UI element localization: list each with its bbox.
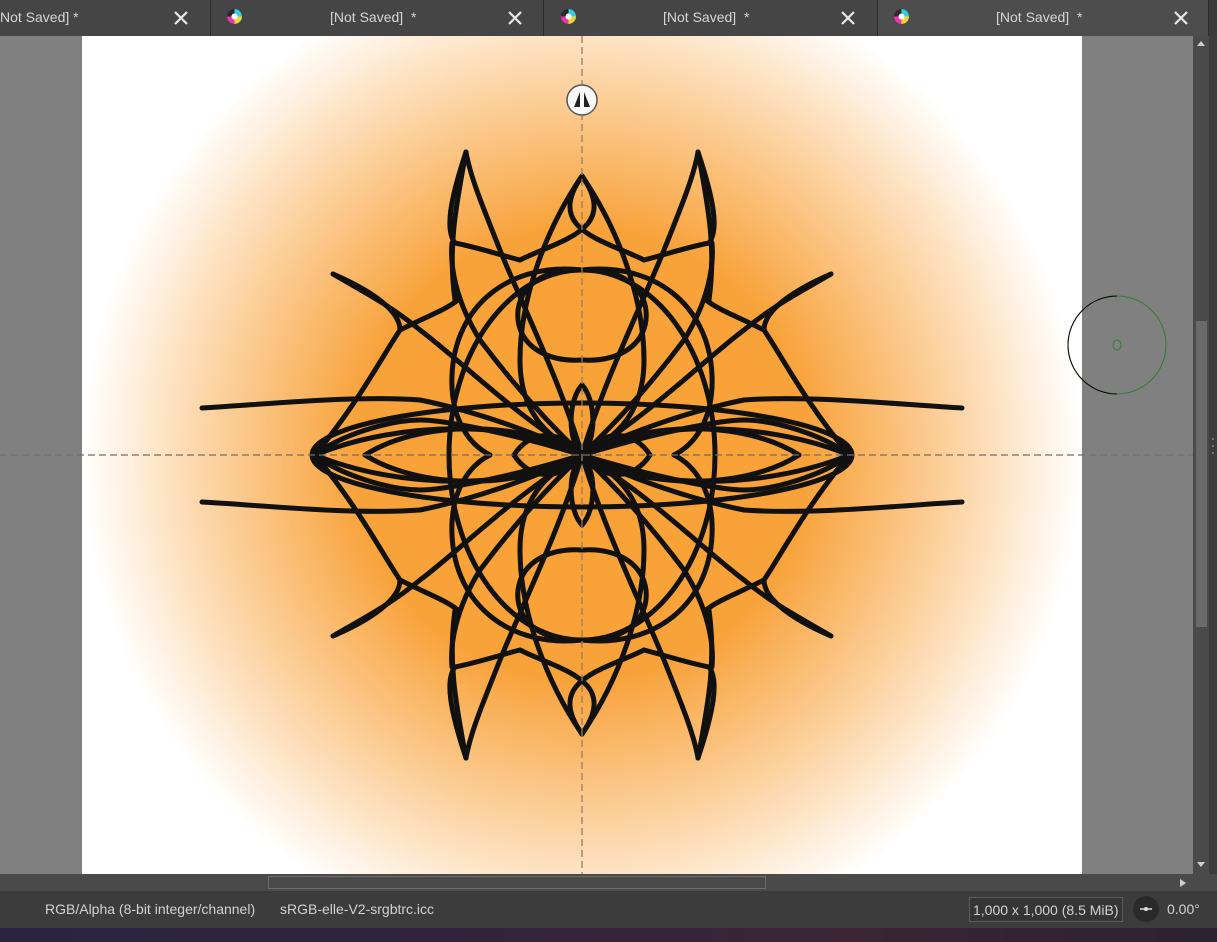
scroll-up-arrow-icon[interactable] [1196, 39, 1206, 47]
image-size-label: 1,000 x 1,000 (8.5 MiB) [973, 902, 1119, 918]
scroll-corner [1180, 874, 1217, 891]
canvas-viewport[interactable] [0, 36, 1193, 874]
tab-title: [Not Saved] * [663, 9, 749, 25]
document-tab-1[interactable]: Not Saved] * [0, 0, 211, 36]
tab-title-text: [Not Saved] [663, 9, 737, 25]
brush-outline-cursor [1067, 295, 1167, 395]
close-icon[interactable] [505, 8, 525, 28]
os-taskbar-strip [0, 928, 1217, 942]
tab-modified-marker: * [1076, 9, 1083, 25]
scroll-right-arrow-icon[interactable] [1179, 878, 1187, 888]
scroll-down-arrow-icon[interactable] [1196, 861, 1206, 869]
tab-modified-marker: * [743, 9, 750, 25]
mirror-axis-handle[interactable] [566, 84, 598, 116]
close-icon[interactable] [838, 8, 858, 28]
vertical-scrollbar-thumb[interactable] [1196, 321, 1207, 627]
krita-logo-icon [561, 9, 576, 24]
horizontal-scrollbar[interactable] [0, 874, 1193, 891]
canvas-svg[interactable] [0, 36, 1193, 874]
tab-title-text: [Not Saved] [996, 9, 1070, 25]
krita-logo-icon [227, 9, 242, 24]
tab-title-text: [Not Saved] [330, 9, 404, 25]
krita-logo-icon [894, 9, 909, 24]
image-size-indicator[interactable]: 1,000 x 1,000 (8.5 MiB) [969, 897, 1123, 922]
status-bar: RGB/Alpha (8-bit integer/channel) sRGB-e… [0, 891, 1217, 928]
tab-title-text: Not Saved] [0, 9, 70, 25]
document-tab-2[interactable]: [Not Saved] * [211, 0, 544, 36]
rotation-angle-label[interactable]: 0.00° [1167, 901, 1200, 917]
document-tab-bar: Not Saved] * [Not Saved] * [Not Saved] *… [0, 0, 1217, 36]
tab-modified-marker: * [73, 9, 79, 25]
tab-modified-marker: * [410, 9, 417, 25]
document-tab-3[interactable]: [Not Saved] * [544, 0, 878, 36]
horizontal-scrollbar-thumb[interactable] [268, 876, 766, 889]
tab-title: Not Saved] * [0, 9, 79, 25]
tab-title: [Not Saved] * [330, 9, 416, 25]
document-tab-4[interactable]: [Not Saved] * [878, 0, 1209, 36]
close-icon[interactable] [1171, 8, 1191, 28]
color-model-label: RGB/Alpha (8-bit integer/channel) [45, 901, 256, 917]
vertical-scrollbar[interactable] [1193, 36, 1209, 874]
tab-title: [Not Saved] * [996, 9, 1082, 25]
close-icon[interactable] [171, 8, 191, 28]
color-profile-label: sRGB-elle-V2-srgbtrc.icc [280, 901, 435, 917]
docker-splitter[interactable] [1209, 36, 1217, 874]
canvas-rotation-icon[interactable] [1133, 896, 1159, 922]
splitter-grip-icon [1212, 438, 1214, 454]
